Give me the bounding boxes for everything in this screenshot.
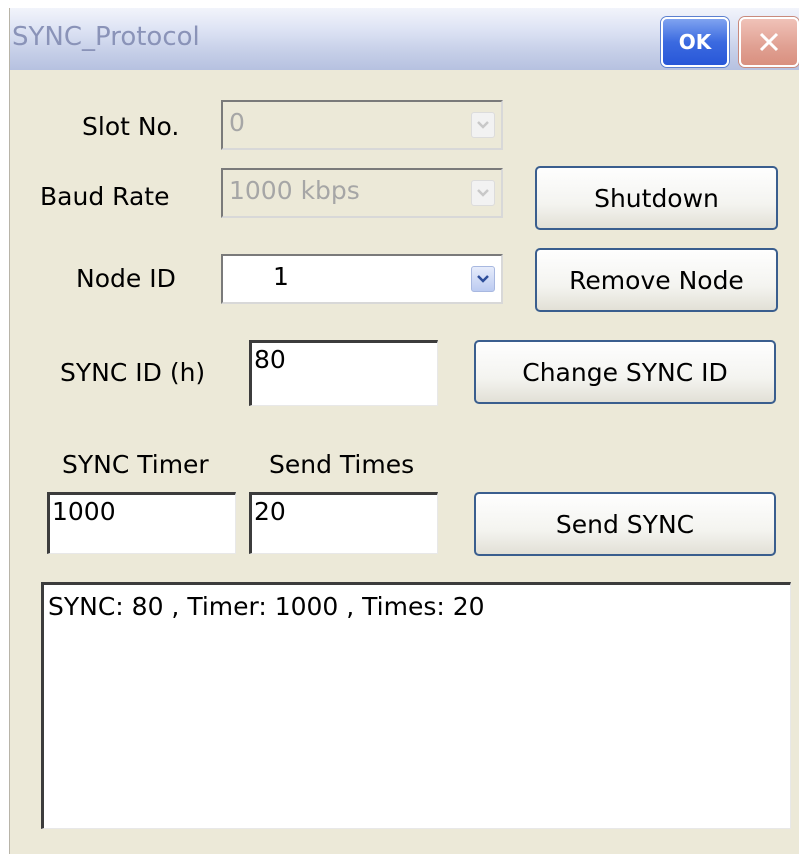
node-id-label: Node ID — [76, 264, 176, 293]
close-icon — [759, 32, 779, 52]
sync-timer-label: SYNC Timer — [62, 450, 209, 479]
shutdown-button[interactable]: Shutdown — [535, 166, 778, 230]
ok-button[interactable]: OK — [661, 17, 729, 67]
node-id-dropdown[interactable] — [471, 266, 495, 292]
close-button[interactable] — [739, 17, 799, 67]
slot-no-dropdown — [471, 112, 495, 138]
chevron-down-icon — [477, 121, 489, 129]
chevron-down-icon — [477, 275, 489, 283]
node-id-combo[interactable]: 1 — [221, 254, 503, 304]
node-id-value: 1 — [273, 262, 289, 291]
baud-rate-label: Baud Rate — [40, 182, 170, 211]
sync-id-label: SYNC ID (h) — [60, 358, 206, 387]
remove-node-button[interactable]: Remove Node — [535, 248, 778, 312]
slot-no-label: Slot No. — [82, 112, 180, 141]
baud-rate-combo: 1000 kbps — [221, 168, 503, 218]
chevron-down-icon — [477, 189, 489, 197]
send-times-input[interactable]: 20 — [249, 492, 438, 554]
send-sync-button[interactable]: Send SYNC — [474, 492, 776, 556]
window-title: SYNC_Protocol — [12, 22, 200, 52]
sync-id-input[interactable]: 80 — [249, 340, 438, 406]
baud-rate-value: 1000 kbps — [229, 176, 360, 205]
baud-rate-dropdown — [471, 180, 495, 206]
slot-no-combo: 0 — [221, 100, 503, 150]
sync-timer-input[interactable]: 1000 — [47, 492, 236, 554]
slot-no-value: 0 — [229, 108, 245, 137]
title-bar[interactable]: SYNC_Protocol OK — [10, 8, 799, 70]
screen-edge — [0, 0, 9, 854]
change-sync-id-button[interactable]: Change SYNC ID — [474, 340, 776, 404]
log-output[interactable]: SYNC: 80 , Timer: 1000 , Times: 20 — [41, 582, 791, 829]
send-times-label: Send Times — [269, 450, 415, 479]
log-line: SYNC: 80 , Timer: 1000 , Times: 20 — [48, 592, 485, 621]
dialog-window: SYNC_Protocol OK Slot No. 0 Baud Rate 10… — [9, 8, 799, 854]
